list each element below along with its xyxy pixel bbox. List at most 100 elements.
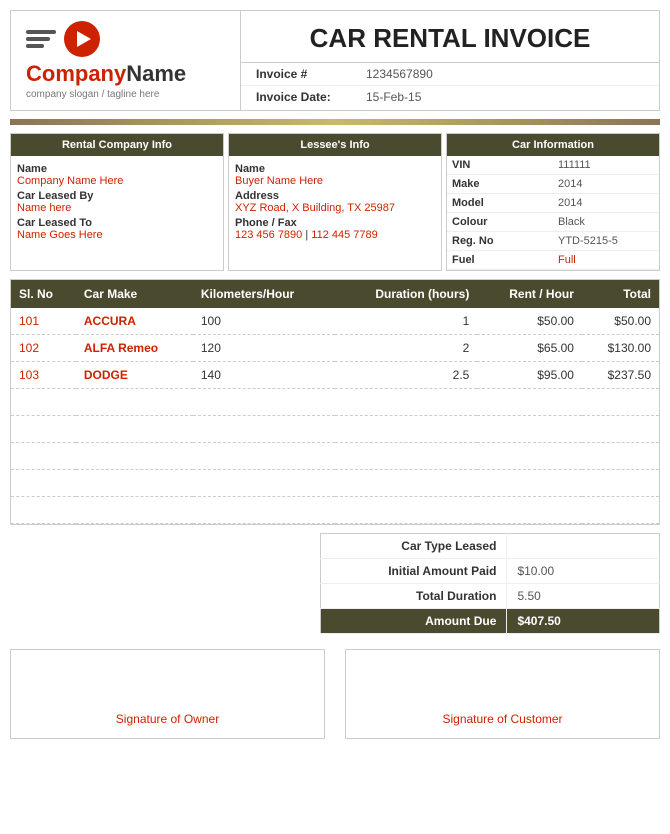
car-info-cell-value: YTD-5215-5 <box>553 232 659 251</box>
cell-rent: $65.00 <box>477 335 582 362</box>
invoice-date-value: 15-Feb-15 <box>366 90 421 104</box>
logo-line-2 <box>26 37 50 41</box>
lessee-name-label: Name <box>235 163 435 175</box>
table-header-row: Sl. No Car Make Kilometers/Hour Duration… <box>11 280 659 308</box>
car-info-cell-value: Black <box>553 213 659 232</box>
car-info-cell-value: Full <box>553 251 659 270</box>
cell-duration: 1 <box>335 308 478 335</box>
leased-to-label: Car Leased To <box>17 217 217 229</box>
rental-name-value: Company Name Here <box>17 175 217 187</box>
table-row: 101ACCURA1001$50.00$50.00 <box>11 308 659 335</box>
leased-by-value: Name here <box>17 202 217 214</box>
cell-make: ACCURA <box>76 308 193 335</box>
amount-due-row: Amount Due $407.50 <box>321 609 660 634</box>
car-info-row: Make2014 <box>447 175 659 194</box>
play-icon <box>77 31 91 47</box>
cell-sl: 101 <box>11 308 76 335</box>
cell-km: 100 <box>193 308 335 335</box>
table-row-empty <box>11 443 659 470</box>
company-name: CompanyName <box>26 61 186 87</box>
car-info-box: Car Information VIN111111Make2014Model20… <box>446 133 660 271</box>
table-row-empty <box>11 497 659 524</box>
header-total: Total <box>582 280 659 308</box>
cell-sl: 103 <box>11 362 76 389</box>
cell-rent: $95.00 <box>477 362 582 389</box>
header-km: Kilometers/Hour <box>193 280 335 308</box>
initial-amount-label: Initial Amount Paid <box>321 559 507 584</box>
initial-amount-row: Initial Amount Paid $10.00 <box>321 559 660 584</box>
cell-total: $50.00 <box>582 308 659 335</box>
lessee-address-label: Address <box>235 190 435 202</box>
car-info-row: Model2014 <box>447 194 659 213</box>
company-logo-section: CompanyName company slogan / tagline her… <box>11 11 241 110</box>
car-info-cell-label: Fuel <box>447 251 553 270</box>
company-name-part1: Company <box>26 61 126 86</box>
main-table-wrapper: Sl. No Car Make Kilometers/Hour Duration… <box>10 279 660 525</box>
cell-km: 120 <box>193 335 335 362</box>
logo-icon <box>26 21 100 57</box>
invoice-date-row: Invoice Date: 15-Feb-15 <box>241 86 659 108</box>
invoice-number-value: 1234567890 <box>366 67 433 81</box>
amount-due-value: $407.50 <box>507 609 660 634</box>
header-sl: Sl. No <box>11 280 76 308</box>
car-info-cell-label: Model <box>447 194 553 213</box>
car-type-value <box>507 534 660 559</box>
car-type-row: Car Type Leased <box>321 534 660 559</box>
cell-sl: 102 <box>11 335 76 362</box>
table-row: 102ALFA Remeo1202$65.00$130.00 <box>11 335 659 362</box>
table-row-empty <box>11 416 659 443</box>
lessee-name-value: Buyer Name Here <box>235 175 435 187</box>
car-info-body: VIN111111Make2014Model2014ColourBlackReg… <box>447 156 659 270</box>
cell-make: DODGE <box>76 362 193 389</box>
lessee-phone-value: 123 456 7890 | 112 445 7789 <box>235 229 435 241</box>
invoice-title: CAR RENTAL INVOICE <box>241 13 659 63</box>
header-make: Car Make <box>76 280 193 308</box>
invoice-header: CompanyName company slogan / tagline her… <box>10 10 660 111</box>
owner-signature-label: Signature of Owner <box>116 712 219 726</box>
cell-duration: 2.5 <box>335 362 478 389</box>
invoice-number-label: Invoice # <box>256 67 366 81</box>
company-tagline: company slogan / tagline here <box>26 89 159 100</box>
invoice-title-section: CAR RENTAL INVOICE Invoice # 1234567890 … <box>241 11 659 110</box>
car-info-cell-value: 2014 <box>553 194 659 213</box>
cell-duration: 2 <box>335 335 478 362</box>
invoice-date-label: Invoice Date: <box>256 90 366 104</box>
lessee-header: Lessee's Info <box>229 134 441 156</box>
cell-km: 140 <box>193 362 335 389</box>
cell-make: ALFA Remeo <box>76 335 193 362</box>
logo-line-1 <box>26 30 56 34</box>
lessee-address-value: XYZ Road, X Building, TX 25987 <box>235 202 435 214</box>
cell-rent: $50.00 <box>477 308 582 335</box>
table-row-empty <box>11 389 659 416</box>
car-info-row: FuelFull <box>447 251 659 270</box>
car-info-cell-label: Make <box>447 175 553 194</box>
logo-line-3 <box>26 44 44 48</box>
leased-to-value: Name Goes Here <box>17 229 217 241</box>
cell-total: $130.00 <box>582 335 659 362</box>
car-info-cell-value: 111111 <box>553 156 659 175</box>
invoice-number-row: Invoice # 1234567890 <box>241 63 659 86</box>
phone-separator: | <box>302 229 311 241</box>
lessee-body: Name Buyer Name Here Address XYZ Road, X… <box>229 156 441 247</box>
lessee-box: Lessee's Info Name Buyer Name Here Addre… <box>228 133 442 271</box>
car-type-label: Car Type Leased <box>321 534 507 559</box>
phone-value1: 123 456 7890 <box>235 229 302 241</box>
color-stripe <box>10 119 660 125</box>
car-info-table: VIN111111Make2014Model2014ColourBlackReg… <box>447 156 659 270</box>
amount-due-label: Amount Due <box>321 609 507 634</box>
summary-table: Car Type Leased Initial Amount Paid $10.… <box>320 533 660 634</box>
leased-by-label: Car Leased By <box>17 190 217 202</box>
car-info-row: VIN111111 <box>447 156 659 175</box>
total-duration-label: Total Duration <box>321 584 507 609</box>
total-duration-row: Total Duration 5.50 <box>321 584 660 609</box>
initial-amount-value: $10.00 <box>507 559 660 584</box>
car-info-cell-label: VIN <box>447 156 553 175</box>
car-info-cell-value: 2014 <box>553 175 659 194</box>
rental-company-body: Name Company Name Here Car Leased By Nam… <box>11 156 223 247</box>
cell-total: $237.50 <box>582 362 659 389</box>
rental-company-box: Rental Company Info Name Company Name He… <box>10 133 224 271</box>
car-info-header: Car Information <box>447 134 659 156</box>
invoice-meta: Invoice # 1234567890 Invoice Date: 15-Fe… <box>241 63 659 108</box>
customer-signature-label: Signature of Customer <box>442 712 562 726</box>
car-info-row: Reg. NoYTD-5215-5 <box>447 232 659 251</box>
